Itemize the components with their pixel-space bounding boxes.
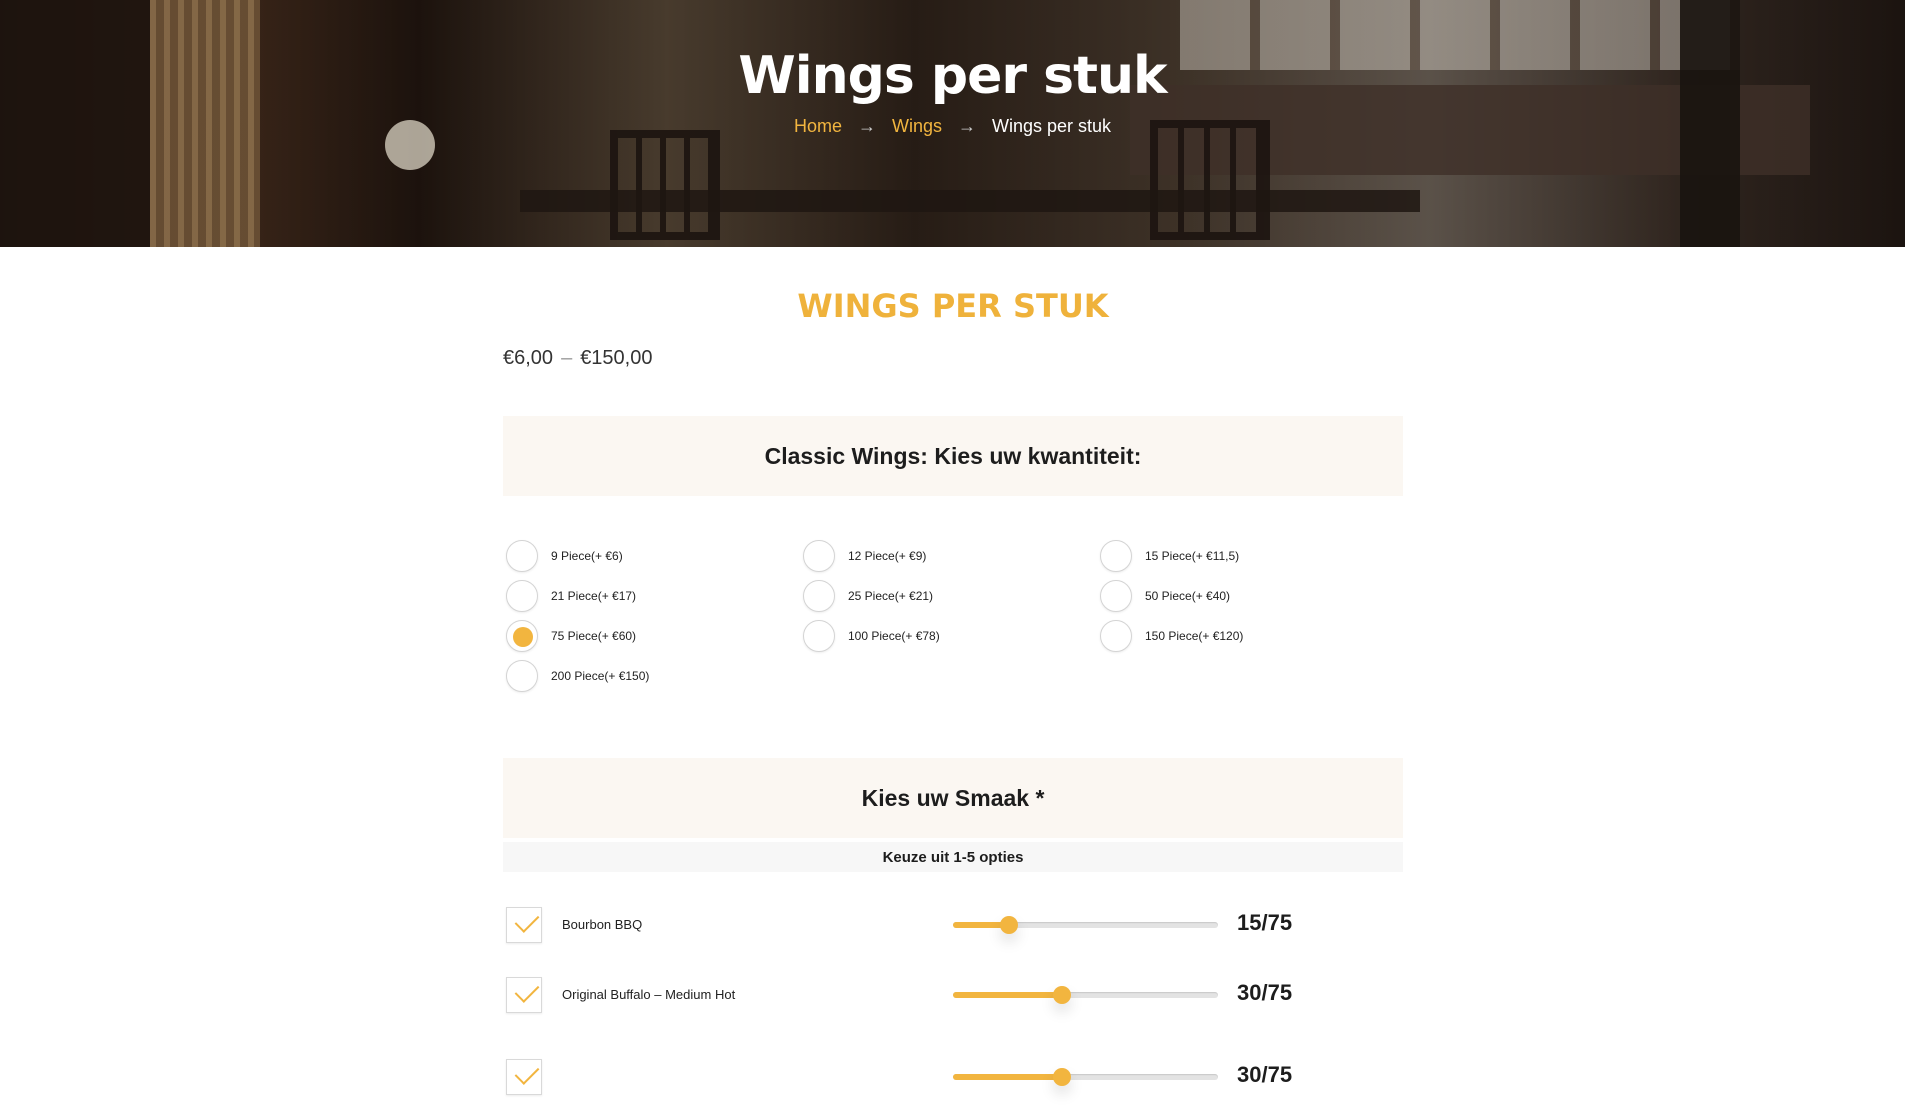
flavor-row: Bourbon BBQ 15/75 bbox=[503, 872, 1403, 954]
radio-button[interactable] bbox=[1100, 580, 1132, 612]
flavor-checkbox[interactable] bbox=[506, 907, 542, 943]
price-max: €150,00 bbox=[580, 347, 653, 369]
price-min: €6,00 bbox=[503, 347, 554, 369]
quantity-option-label: 21 Piece(+ €17) bbox=[551, 589, 637, 603]
radio-button[interactable] bbox=[1100, 540, 1132, 572]
quantity-option-label: 15 Piece(+ €11,5) bbox=[1145, 549, 1240, 563]
breadcrumb-separator: → bbox=[857, 116, 876, 136]
slider-fill bbox=[953, 922, 1006, 928]
quantity-option-label: 100 Piece(+ €78) bbox=[848, 629, 940, 643]
quantity-option-label: 9 Piece(+ €6) bbox=[551, 549, 623, 563]
flavor-row: 30/75 bbox=[503, 1036, 1403, 1118]
radio-button[interactable] bbox=[803, 540, 835, 572]
flavor-quantity-slider[interactable] bbox=[953, 1068, 1218, 1086]
flavor-label: Bourbon BBQ bbox=[562, 917, 643, 932]
slider-thumb[interactable] bbox=[1053, 1068, 1071, 1086]
slider-value: 30/75 bbox=[1237, 980, 1293, 1005]
quantity-option[interactable]: 50 Piece(+ €40) bbox=[1097, 580, 1403, 612]
breadcrumb: Home → Wings → Wings per stuk bbox=[0, 116, 1905, 137]
hero-banner: Wings per stuk Home → Wings → Wings per stuk bbox=[0, 0, 1905, 247]
quantity-option[interactable]: 12 Piece(+ €9) bbox=[800, 540, 1097, 572]
product-title: WINGS PER STUK bbox=[797, 287, 1109, 325]
flavor-quantity-slider[interactable] bbox=[953, 916, 1218, 934]
quantity-option[interactable]: 9 Piece(+ €6) bbox=[503, 540, 800, 572]
quantity-option[interactable]: 25 Piece(+ €21) bbox=[800, 580, 1097, 612]
slider-thumb[interactable] bbox=[1053, 986, 1071, 1004]
quantity-option-label: 75 Piece(+ €60) bbox=[551, 629, 637, 643]
radio-button[interactable] bbox=[506, 580, 538, 612]
quantity-option[interactable]: 150 Piece(+ €120) bbox=[1097, 620, 1403, 652]
breadcrumb-category-link[interactable]: Wings bbox=[892, 116, 942, 136]
slider-fill bbox=[953, 1074, 1059, 1080]
quantity-option[interactable]: 75 Piece(+ €60) bbox=[503, 620, 800, 652]
flavor-checkbox[interactable] bbox=[506, 1059, 542, 1095]
breadcrumb-home-link[interactable]: Home bbox=[794, 116, 842, 136]
breadcrumb-separator: → bbox=[957, 116, 976, 136]
radio-button[interactable] bbox=[803, 580, 835, 612]
product-price-range: €6,00– €150,00 bbox=[503, 347, 1403, 370]
radio-button[interactable] bbox=[1100, 620, 1132, 652]
quantity-option-label: 200 Piece(+ €150) bbox=[551, 669, 650, 683]
quantity-options: 9 Piece(+ €6) 12 Piece(+ €9) 15 Piece(+ €1… bbox=[503, 540, 1403, 692]
slider-value: 15/75 bbox=[1237, 910, 1293, 935]
slider-value: 30/75 bbox=[1237, 1062, 1293, 1087]
hero-background-chair bbox=[610, 130, 720, 240]
flavor-checkbox[interactable] bbox=[506, 977, 542, 1013]
radio-selected[interactable] bbox=[506, 620, 538, 652]
quantity-option[interactable]: 15 Piece(+ €11,5) bbox=[1097, 540, 1403, 572]
page-title: Wings per stuk bbox=[738, 46, 1167, 106]
checkmark-icon bbox=[514, 908, 540, 933]
radio-button[interactable] bbox=[803, 620, 835, 652]
slider-thumb[interactable] bbox=[1000, 916, 1018, 934]
checkmark-icon bbox=[514, 978, 540, 1003]
flavor-label: Original Buffalo – Medium Hot bbox=[562, 987, 736, 1002]
quantity-option-label: 25 Piece(+ €21) bbox=[848, 589, 934, 603]
checkmark-icon bbox=[514, 1060, 540, 1085]
slider-fill bbox=[953, 992, 1059, 998]
flavor-section-subheading: Keuze uit 1-5 opties bbox=[503, 842, 1403, 872]
flavor-quantity-slider[interactable] bbox=[953, 986, 1218, 1004]
quantity-option-label: 50 Piece(+ €40) bbox=[1145, 589, 1231, 603]
breadcrumb-current: Wings per stuk bbox=[991, 116, 1112, 136]
radio-button[interactable] bbox=[506, 540, 538, 572]
hero-background-chair bbox=[1150, 120, 1270, 240]
product-main: WINGS PER STUK €6,00– €150,00 Classic Win… bbox=[503, 247, 1403, 1118]
radio-button[interactable] bbox=[506, 660, 538, 692]
hero-background-table bbox=[520, 190, 1420, 212]
flavor-section-heading: Kies uw Smaak * bbox=[503, 758, 1403, 838]
flavor-row: Original Buffalo – Medium Hot 30/75 bbox=[503, 954, 1403, 1036]
quantity-option-label: 12 Piece(+ €9) bbox=[848, 549, 927, 563]
quantity-option[interactable]: 100 Piece(+ €78) bbox=[800, 620, 1097, 652]
quantity-option-label: 150 Piece(+ €120) bbox=[1145, 629, 1244, 643]
quantity-option[interactable]: 200 Piece(+ €150) bbox=[503, 660, 800, 692]
quantity-section-heading: Classic Wings: Kies uw kwantiteit: bbox=[503, 416, 1403, 496]
price-dash: – bbox=[561, 347, 573, 369]
quantity-option[interactable]: 21 Piece(+ €17) bbox=[503, 580, 800, 612]
flavor-list: Bourbon BBQ 15/75 Original Buffalo – Mediu… bbox=[503, 872, 1403, 1118]
